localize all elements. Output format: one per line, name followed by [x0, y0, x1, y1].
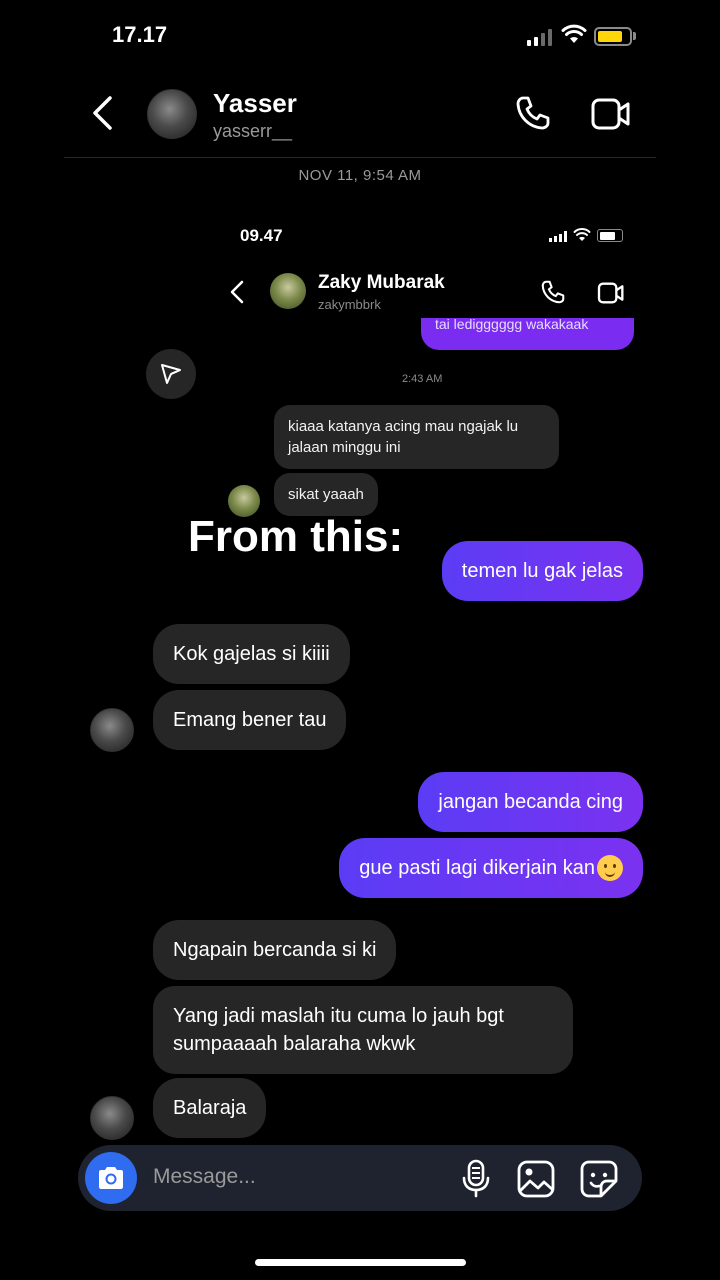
embedded-video-icon [597, 282, 624, 304]
share-button[interactable] [146, 349, 196, 399]
header-divider [64, 157, 656, 158]
incoming-message[interactable]: Yang jadi maslah itu cuma lo jauh bgt su… [153, 986, 573, 1074]
message-timestamp: NOV 11, 9:54 AM [298, 167, 422, 184]
embedded-incoming-message: sikat yaaah [274, 473, 378, 516]
outgoing-message-text: gue pasti lagi dikerjain kan [359, 857, 595, 879]
send-icon [161, 364, 181, 384]
embedded-back-icon [230, 280, 244, 304]
incoming-message[interactable]: Emang bener tau [153, 690, 347, 750]
embedded-contact-username: zakymbbrk [318, 297, 381, 312]
embedded-avatar [270, 273, 306, 309]
contact-username: yasserr__ [213, 121, 293, 141]
home-indicator[interactable] [255, 1259, 466, 1266]
sender-avatar[interactable] [90, 708, 134, 752]
embedded-contact-name: Zaky Mubarak [318, 272, 445, 293]
embedded-incoming-message: kiaaa katanya acing mau ngajak lu jalaan… [274, 405, 559, 469]
video-call-icon[interactable] [590, 96, 632, 132]
status-time: 17.17 [112, 22, 168, 47]
embedded-battery-icon [597, 229, 623, 242]
embedded-signal-icon [549, 231, 567, 242]
signal-icon [527, 28, 552, 46]
outgoing-message[interactable]: temen lu gak jelas [441, 541, 643, 601]
battery-icon [594, 27, 632, 46]
camera-icon [99, 1167, 123, 1189]
embedded-status-time: 09.47 [240, 226, 283, 245]
outgoing-message[interactable]: gue pasti lagi dikerjain kan [339, 838, 643, 898]
sender-avatar[interactable] [90, 1096, 134, 1140]
avatar[interactable] [147, 89, 197, 139]
outgoing-message[interactable]: jangan becanda cing [418, 772, 643, 832]
embedded-wifi-icon [573, 228, 591, 241]
embedded-partial-text: tai ledigggggg wakakaak [435, 318, 589, 332]
contact-name[interactable]: Yasser [213, 88, 297, 119]
incoming-message[interactable]: Balaraja [153, 1078, 267, 1138]
holding-back-tears-emoji-icon [597, 855, 623, 881]
embedded-timestamp: 2:43 AM [402, 373, 443, 385]
overlay-caption: From this: [188, 512, 404, 561]
camera-button[interactable] [85, 1152, 137, 1204]
back-icon[interactable] [90, 95, 114, 131]
battery-nub [633, 32, 636, 40]
microphone-icon[interactable] [461, 1159, 491, 1199]
message-input[interactable]: Message... [153, 1165, 256, 1189]
gallery-icon[interactable] [516, 1159, 556, 1199]
incoming-message[interactable]: Kok gajelas si kiiii [153, 624, 350, 684]
sticker-icon[interactable] [579, 1159, 619, 1199]
incoming-message[interactable]: Ngapain bercanda si ki [153, 920, 397, 980]
embedded-partial-message: tai ledigggggg wakakaak [421, 318, 634, 350]
embedded-phone-icon [541, 280, 565, 304]
phone-icon[interactable] [514, 94, 552, 132]
wifi-icon [561, 24, 587, 43]
